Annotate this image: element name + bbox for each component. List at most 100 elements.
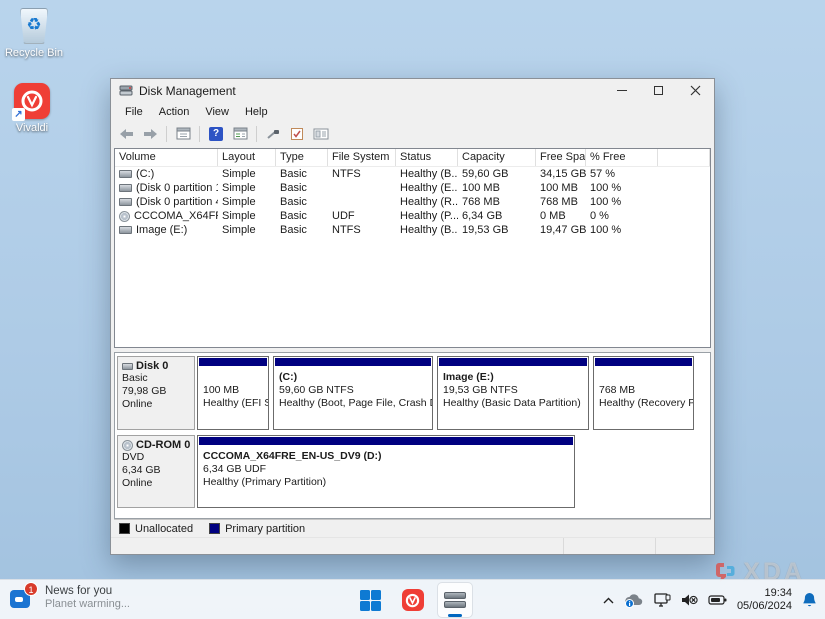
back-button[interactable]: [116, 124, 136, 143]
maximize-icon: [654, 86, 663, 95]
action-tool-button[interactable]: [263, 124, 283, 143]
cell-layout: Simple: [218, 224, 276, 236]
cell-percent-free: 57 %: [586, 168, 658, 180]
toolbar-separator: [199, 126, 200, 142]
properties-window-button[interactable]: [230, 124, 250, 143]
cell-status: Healthy (E...: [396, 182, 458, 194]
desktop-icon-vivaldi[interactable]: ↗ Vivaldi: [0, 83, 68, 134]
volume-muted-icon[interactable]: [681, 593, 698, 607]
partition-name: Image (E:): [443, 371, 583, 384]
cell-percent-free: 0 %: [586, 210, 658, 222]
menu-help[interactable]: Help: [237, 104, 276, 120]
partition-status: Healthy (Boot, Page File, Crash Dump: [279, 397, 427, 410]
partition-block-c[interactable]: (C:) 59,60 GB NTFS Healthy (Boot, Page F…: [273, 356, 433, 430]
cell-layout: Simple: [218, 182, 276, 194]
console-tree-button[interactable]: [173, 124, 193, 143]
taskbar-disk-management-button[interactable]: [437, 582, 473, 618]
cd-icon: [119, 211, 130, 222]
cell-volume: CCCOMA_X64FRE...: [134, 210, 218, 222]
cell-percent-free: 100 %: [586, 182, 658, 194]
volume-row[interactable]: CCCOMA_X64FRE... Simple Basic UDF Health…: [115, 209, 710, 223]
check-disk-button[interactable]: [287, 124, 307, 143]
drive-icon: [119, 184, 132, 192]
recycle-bin-icon: [20, 8, 48, 44]
volume-row[interactable]: (Disk 0 partition 1) Simple Basic Health…: [115, 181, 710, 195]
battery-icon[interactable]: [708, 594, 727, 606]
cell-free-space: 768 MB: [536, 196, 586, 208]
status-bar: [111, 537, 714, 554]
column-header-free-space[interactable]: Free Spa...: [536, 149, 586, 166]
desktop-icon-label: Vivaldi: [0, 122, 68, 134]
cd-icon: [122, 440, 133, 451]
cell-status: Healthy (P...: [396, 210, 458, 222]
cdrom0-label-panel[interactable]: CD-ROM 0 DVD 6,34 GB Online: [117, 435, 195, 508]
partition-color-band: [595, 358, 692, 366]
cell-capacity: 6,34 GB: [458, 210, 536, 222]
volume-row[interactable]: Image (E:) Simple Basic NTFS Healthy (B.…: [115, 223, 710, 237]
network-display-icon[interactable]: [654, 593, 671, 608]
status-pane: [656, 538, 714, 554]
maximize-button[interactable]: [640, 79, 677, 102]
minimize-button[interactable]: [603, 79, 640, 102]
drive-icon: [119, 198, 132, 206]
volume-list: Volume Layout Type File System Status Ca…: [114, 148, 711, 348]
wand-icon: [266, 128, 281, 140]
partition-block-image-e[interactable]: Image (E:) 19,53 GB NTFS Healthy (Basic …: [437, 356, 589, 430]
partition-size: 768 MB: [599, 384, 688, 397]
partition-block-dvd[interactable]: CCCOMA_X64FRE_EN-US_DV9 (D:) 6,34 GB UDF…: [197, 435, 575, 508]
tray-chevron-up-icon[interactable]: [603, 597, 614, 604]
forward-button[interactable]: [140, 124, 160, 143]
window-list-icon: [233, 127, 248, 140]
properties-button[interactable]: [311, 124, 331, 143]
column-header-volume[interactable]: Volume: [115, 149, 218, 166]
titlebar[interactable]: Disk Management: [111, 79, 714, 102]
widget-title: News for you: [45, 585, 130, 598]
column-header-percent-free[interactable]: % Free: [586, 149, 658, 166]
minimize-icon: [617, 90, 627, 91]
start-button[interactable]: [353, 582, 389, 618]
volume-row[interactable]: (C:) Simple Basic NTFS Healthy (B... 59,…: [115, 167, 710, 181]
partition-block-efi[interactable]: 100 MB Healthy (EFI S: [197, 356, 269, 430]
disk-management-icon: [444, 592, 466, 608]
widgets-button[interactable]: 1 News for you Planet warming...: [10, 585, 130, 611]
disk-icon: [122, 363, 133, 370]
taskbar-vivaldi-button[interactable]: [395, 582, 431, 618]
widget-subtitle: Planet warming...: [45, 598, 130, 611]
cell-status: Healthy (B...: [396, 224, 458, 236]
console-window-icon: [176, 127, 191, 140]
taskbar: 1 News for you Planet warming...: [0, 579, 825, 619]
disk-management-app-icon: [119, 84, 133, 97]
partition-size: 100 MB: [203, 384, 263, 397]
column-header-status[interactable]: Status: [396, 149, 458, 166]
cell-volume: (Disk 0 partition 1): [136, 182, 218, 194]
column-header-file-system[interactable]: File System: [328, 149, 396, 166]
partition-color-band: [439, 358, 587, 366]
onedrive-cloud-icon[interactable]: [624, 593, 644, 608]
column-header-capacity[interactable]: Capacity: [458, 149, 536, 166]
checklist-icon: [290, 127, 304, 141]
disk-status: Online: [122, 477, 190, 490]
disk-management-window: Disk Management File Action View Help: [110, 78, 715, 555]
clock-date: 05/06/2024: [737, 600, 792, 613]
menu-view[interactable]: View: [197, 104, 237, 120]
cell-status: Healthy (B...: [396, 168, 458, 180]
cell-type: Basic: [276, 168, 328, 180]
cell-free-space: 19,47 GB: [536, 224, 586, 236]
menu-file[interactable]: File: [117, 104, 151, 120]
column-header-type[interactable]: Type: [276, 149, 328, 166]
partition-block-recovery[interactable]: 768 MB Healthy (Recovery Pa: [593, 356, 694, 430]
notification-bell-icon[interactable]: [802, 592, 817, 608]
column-header-layout[interactable]: Layout: [218, 149, 276, 166]
desktop-icon-recycle-bin[interactable]: Recycle Bin: [0, 8, 70, 59]
partition-size: 19,53 GB NTFS: [443, 384, 583, 397]
taskbar-clock[interactable]: 19:34 05/06/2024: [737, 587, 792, 613]
partition-name: (C:): [279, 371, 427, 384]
help-button[interactable]: ?: [206, 124, 226, 143]
clock-time: 19:34: [737, 587, 792, 600]
cdrom0-row: CD-ROM 0 DVD 6,34 GB Online CCCOMA_X64FR…: [117, 435, 708, 508]
volume-row[interactable]: (Disk 0 partition 4) Simple Basic Health…: [115, 195, 710, 209]
close-button[interactable]: [677, 79, 714, 102]
disk0-label-panel[interactable]: Disk 0 Basic 79,98 GB Online: [117, 356, 195, 430]
disk-kind: DVD: [122, 451, 190, 464]
menu-action[interactable]: Action: [151, 104, 198, 120]
